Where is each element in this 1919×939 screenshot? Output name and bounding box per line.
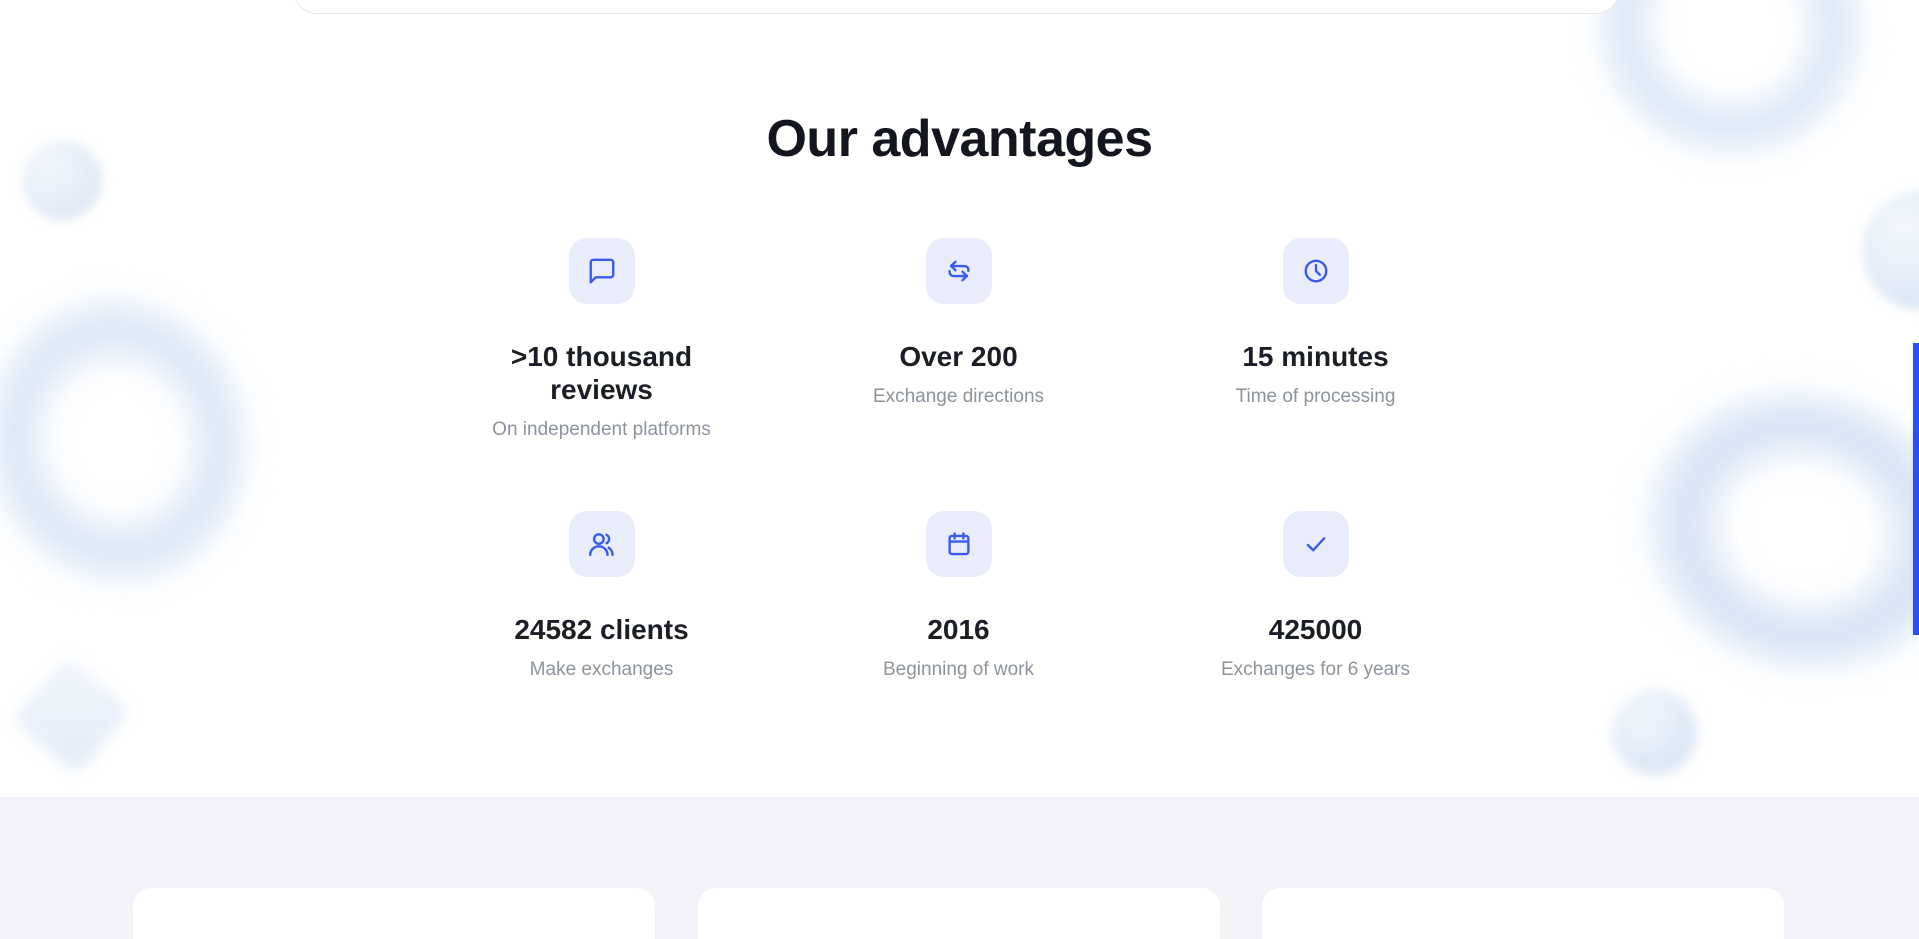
clock-icon-box: [1282, 238, 1349, 304]
advantage-item: 425000 Exchanges for 6 years: [1137, 510, 1494, 683]
exchange-arrows-icon: [947, 260, 970, 282]
reviews-section: [0, 797, 1919, 939]
exchange-form-card-bottom: [293, 0, 1620, 14]
advantage-subtext: Beginning of work: [882, 658, 1035, 680]
torus-3d-decoration-bottom-right: [1538, 297, 1919, 823]
advantage-item: 24582 clients Make exchanges: [423, 510, 780, 683]
advantage-heading: 425000: [1268, 613, 1363, 645]
advantage-item: >10 thousand reviews On independent platf…: [423, 238, 780, 443]
advantage-heading: 15 minutes: [1242, 341, 1389, 372]
calendar-icon: [947, 531, 970, 555]
message-square-icon-box: [568, 238, 635, 304]
advantage-subtext: On independent platforms: [492, 419, 711, 441]
review-card: [133, 888, 655, 939]
scrollbar-thumb[interactable]: [1913, 343, 1919, 635]
calendar-icon-box: [925, 510, 992, 577]
advantage-heading: 2016: [927, 613, 990, 645]
advantage-subtext: Make exchanges: [529, 658, 674, 680]
clock-icon: [1304, 259, 1327, 283]
advantage-subtext: Exchanges for 6 years: [1220, 658, 1411, 680]
advantage-heading: 24582 clients: [514, 613, 689, 645]
page: Our advantages >10 thousand reviews On in…: [0, 0, 1919, 939]
advantage-subtext: Time of processing: [1235, 386, 1396, 408]
check-icon: [1306, 536, 1325, 552]
review-card: [698, 888, 1220, 939]
check-icon-box: [1282, 510, 1349, 577]
advantage-item: 15 minutes Time of processing: [1137, 238, 1494, 443]
section-title: Our advantages: [766, 110, 1153, 168]
message-square-icon: [589, 258, 614, 284]
advantage-item: Over 200 Exchange directions: [780, 238, 1137, 443]
cube-decoration-bottom-left: [10, 654, 132, 776]
users-icon: [588, 532, 614, 556]
advantage-heading: >10 thousand reviews: [510, 341, 693, 406]
advantage-subtext: Exchange directions: [872, 386, 1045, 408]
users-icon-box: [568, 510, 635, 577]
advantage-heading: Over 200: [899, 341, 1018, 372]
torus-3d-decoration-left: [0, 201, 406, 709]
advantage-item: 2016 Beginning of work: [780, 510, 1137, 683]
exchange-arrows-icon-box: [925, 238, 992, 304]
sphere-decoration-bottom-right: [1612, 690, 1697, 775]
advantages-grid: >10 thousand reviews On independent platf…: [423, 238, 1494, 682]
sphere-decoration-right: [1862, 190, 1919, 310]
review-card: [1262, 888, 1784, 939]
